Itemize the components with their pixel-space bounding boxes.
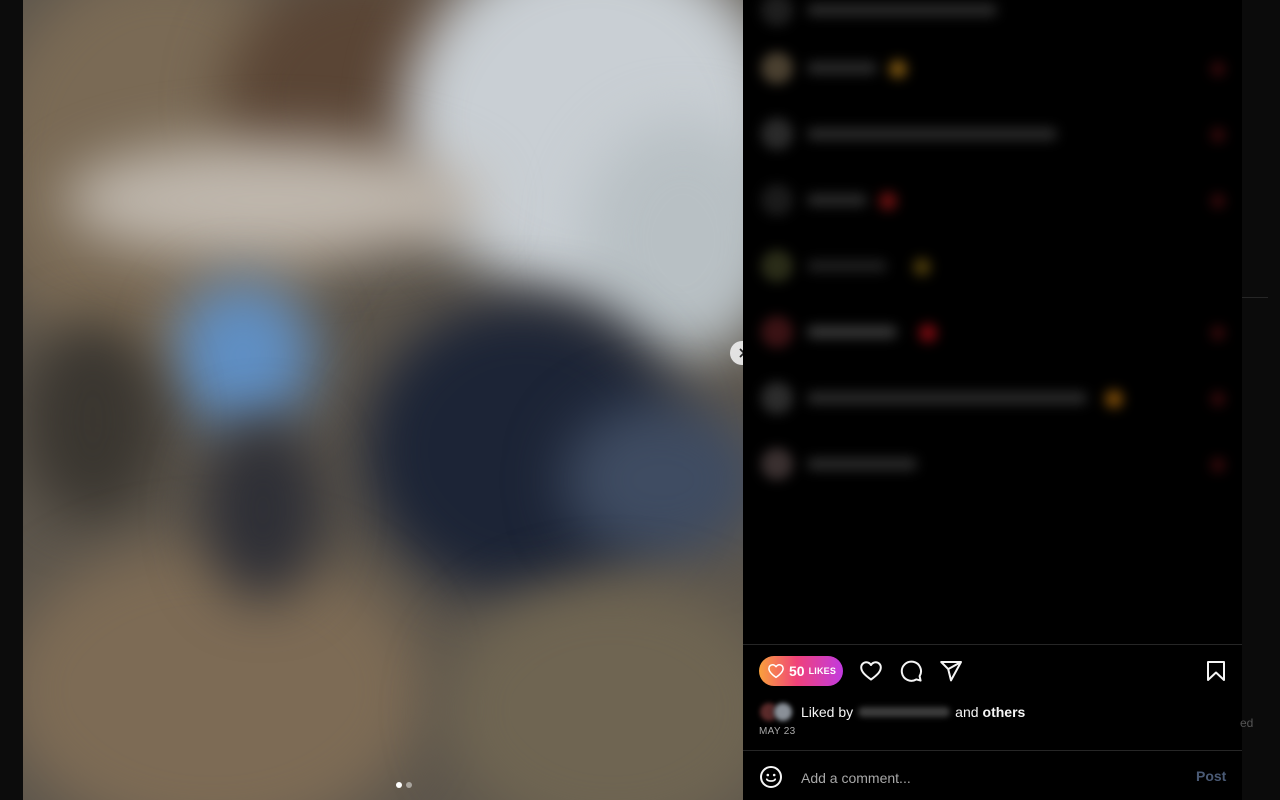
bookmark-icon: [1204, 659, 1228, 683]
liked-by-label: Liked by: [801, 704, 854, 720]
media-dot-active: [396, 782, 402, 788]
post-media[interactable]: [23, 0, 743, 800]
heart-icon: [859, 659, 883, 683]
paper-plane-icon: [939, 659, 963, 683]
divider: [1242, 297, 1268, 298]
emoji-button[interactable]: [759, 765, 783, 789]
likes-badge[interactable]: 50 LIKES: [759, 656, 843, 686]
comment-row: [743, 0, 1242, 36]
avatar[interactable]: [773, 702, 793, 722]
liked-by-line: Liked by and others: [759, 702, 1026, 722]
comment-row: [743, 176, 1242, 226]
media-dot: [406, 782, 412, 788]
likes-count: 50: [789, 663, 805, 679]
save-button[interactable]: [1204, 659, 1228, 683]
liked-by-username[interactable]: [858, 707, 951, 717]
right-edge-text: ed: [1240, 716, 1254, 730]
share-button[interactable]: [939, 659, 963, 683]
comment-row: [743, 110, 1242, 160]
likes-label: LIKES: [808, 666, 837, 676]
heart-icon: [767, 662, 785, 680]
comment-row: [743, 242, 1242, 292]
like-button[interactable]: [859, 659, 883, 683]
page-left-edge: [0, 0, 23, 800]
comment-button[interactable]: [899, 659, 923, 683]
divider: [743, 644, 1242, 645]
media-pagination-dots: [396, 782, 412, 788]
liked-by-and: and: [955, 704, 979, 720]
post-comment-button[interactable]: Post: [1196, 768, 1226, 784]
comment-input[interactable]: [799, 766, 1183, 790]
comment-row: [743, 308, 1242, 358]
next-media-button[interactable]: [730, 341, 743, 365]
comment-row: [743, 374, 1242, 424]
smiley-icon: [759, 765, 783, 789]
post-date[interactable]: MAY 23: [759, 726, 795, 737]
comment-bubble-icon: [899, 659, 923, 683]
comment-row: [743, 44, 1242, 94]
divider: [743, 750, 1242, 751]
page-right-edge: [1242, 0, 1280, 800]
comment-row: [743, 440, 1242, 490]
chevron-right-icon: [736, 347, 743, 359]
liked-by-others-link[interactable]: others: [983, 704, 1026, 720]
